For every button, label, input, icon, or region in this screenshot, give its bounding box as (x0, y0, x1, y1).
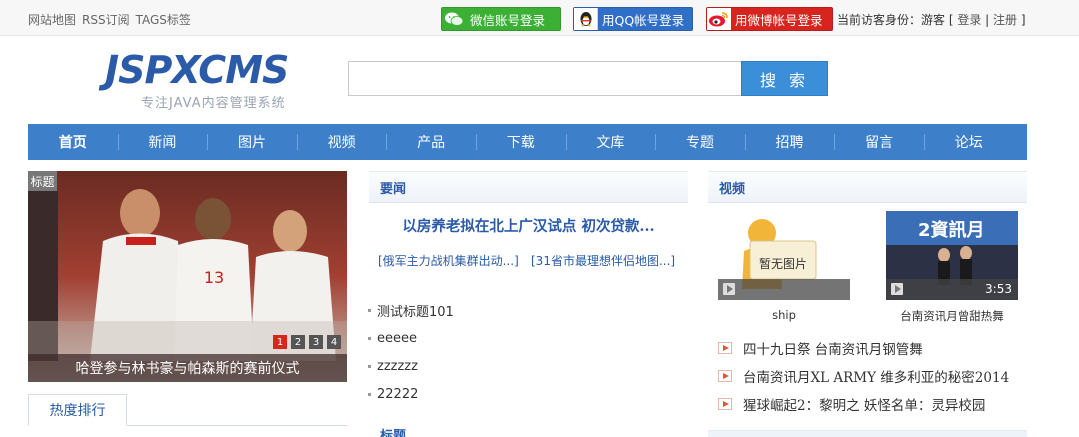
wechat-login-button[interactable]: 微信账号登录 (441, 7, 561, 31)
list-item[interactable]: zzzzzz (368, 352, 687, 380)
weibo-icon (707, 8, 731, 30)
rss-link[interactable]: RSS订阅 (82, 13, 130, 27)
slide-pagination: 1 2 3 4 (273, 335, 341, 349)
list-item-label: 台南资讯月XL ARMY 维多利亚的秘密2014 (743, 370, 1010, 386)
nav-item-pictures[interactable]: 图片 (207, 124, 297, 160)
slide-page-2[interactable]: 2 (291, 335, 305, 349)
register-link[interactable]: 注册 (993, 13, 1017, 27)
visitor-separator: | (985, 13, 990, 27)
nav-item-news[interactable]: 新闻 (117, 124, 208, 160)
list-item-label: 测试标题101 (377, 304, 454, 320)
video-control-bar (718, 279, 850, 300)
video-thumbnail-ship[interactable]: 暂无图片 (718, 211, 850, 300)
slide-page-1[interactable]: 1 (273, 335, 287, 349)
bullet-icon (368, 392, 371, 396)
nav-item-jobs[interactable]: 招聘 (744, 124, 835, 160)
news-sub-link-2[interactable]: [31省市最理想伴侣地图...] (531, 252, 675, 269)
title-section-header: 标题 (380, 429, 407, 437)
main-nav: 首页 新闻 图片 视频 产品 下载 文库 专题 招聘 留言 论坛 (28, 124, 1027, 160)
play-icon[interactable] (891, 283, 903, 295)
list-item[interactable]: 测试标题101 (368, 296, 687, 324)
site-logo[interactable]: JSPXCMS 专注JAVA内容管理系统 (105, 50, 325, 112)
nav-item-forum[interactable]: 论坛 (923, 124, 1014, 160)
nav-item-library[interactable]: 文库 (565, 124, 656, 160)
login-link[interactable]: 登录 (957, 13, 981, 27)
qq-login-label: 用QQ帐号登录 (602, 12, 685, 28)
nav-item-downloads[interactable]: 下载 (475, 124, 566, 160)
visitor-prefix: 当前访客身份：游客 [ (837, 13, 954, 27)
video-caption-dance[interactable]: 台南资讯月曾甜热舞 (880, 308, 1024, 324)
bullet-icon (368, 308, 371, 312)
slide-title-tag: 标题 (28, 171, 57, 191)
video-section-header: 视频 (708, 171, 1027, 203)
video-overlay-text: 2資訊月 (918, 219, 985, 241)
logo-text: JSPXCMS (105, 48, 289, 92)
list-item-label: eeeee (377, 330, 417, 346)
next-section-header (708, 430, 1027, 437)
wechat-icon (442, 8, 466, 30)
image-slideshow[interactable]: 标题 13 1 2 3 4 哈登参与林书豪与帕森斯的赛前仪式 (28, 171, 347, 382)
svg-text:13: 13 (204, 268, 224, 287)
nav-item-video[interactable]: 视频 (296, 124, 387, 160)
logo-slogan: 专注JAVA内容管理系统 (141, 96, 286, 111)
video-duration: 3:53 (985, 282, 1012, 296)
wechat-login-label: 微信账号登录 (470, 12, 546, 28)
nav-item-topics[interactable]: 专题 (655, 124, 745, 160)
tags-link[interactable]: TAGS标签 (136, 13, 191, 27)
no-image-text: 暂无图片 (759, 257, 807, 271)
nav-item-products[interactable]: 产品 (386, 124, 476, 160)
list-item-label: zzzzzz (377, 358, 418, 374)
bullet-icon (368, 364, 371, 368)
news-list: 测试标题101 eeeee zzzzzz 22222 (368, 296, 687, 408)
list-item[interactable]: 四十九日祭 台南资讯月钢管舞 (718, 334, 1009, 362)
video-caption-ship[interactable]: ship (718, 308, 850, 322)
list-item[interactable]: 猩球崛起2：黎明之 妖怪名单：灵异校园 (718, 390, 1009, 418)
hot-ranking-tabs: 热度排行 (28, 394, 347, 426)
list-item[interactable]: 台南资讯月XL ARMY 维多利亚的秘密2014 (718, 362, 1009, 390)
visitor-status: 当前访客身份：游客 [ 登录 | 注册 ] (837, 11, 1026, 28)
news-headline[interactable]: 以房养老拟在北上广汉试点 初次贷款... (369, 215, 688, 236)
video-control-bar: 3:53 (886, 279, 1018, 300)
qq-penguin-icon (574, 8, 598, 30)
news-section-header: 要闻 (369, 171, 688, 203)
weibo-login-button[interactable]: 用微博帐号登录 (706, 7, 833, 31)
bullet-icon (368, 336, 371, 340)
visitor-suffix: ] (1020, 13, 1026, 27)
tab-hot-ranking[interactable]: 热度排行 (28, 394, 127, 426)
play-icon[interactable] (723, 283, 735, 295)
slide-photo: 13 (28, 171, 347, 382)
list-item-label: 四十九日祭 台南资讯月钢管舞 (743, 342, 923, 358)
slide-page-3[interactable]: 3 (309, 335, 323, 349)
play-icon (718, 342, 732, 354)
slide-caption[interactable]: 哈登参与林书豪与帕森斯的赛前仪式 (28, 354, 347, 382)
video-list: 四十九日祭 台南资讯月钢管舞 台南资讯月XL ARMY 维多利亚的秘密2014 … (718, 334, 1009, 418)
sitemap-link[interactable]: 网站地图 (28, 13, 76, 27)
weibo-login-label: 用微博帐号登录 (735, 12, 823, 28)
qq-login-button[interactable]: 用QQ帐号登录 (573, 7, 693, 31)
slide-page-4[interactable]: 4 (327, 335, 341, 349)
play-icon (718, 370, 732, 382)
list-item[interactable]: 22222 (368, 380, 687, 408)
nav-item-home[interactable]: 首页 (28, 124, 118, 160)
news-sub-link-1[interactable]: [俄军主力战机集群出动...] (378, 252, 519, 269)
list-item-label: 22222 (377, 386, 419, 402)
search-button[interactable]: 搜 索 (741, 61, 828, 96)
top-bar: 网站地图 RSS订阅 TAGS标签 微信账号登录 用QQ帐号登录 用微博帐号登录 当… (0, 0, 1079, 36)
list-item-label: 猩球崛起2：黎明之 妖怪名单：灵异校园 (743, 398, 986, 414)
play-icon (718, 398, 732, 410)
nav-item-guestbook[interactable]: 留言 (834, 124, 924, 160)
search-input[interactable] (348, 61, 742, 96)
top-links: 网站地图 RSS订阅 TAGS标签 (28, 11, 197, 28)
list-item[interactable]: eeeee (368, 324, 687, 352)
video-thumbnail-dance[interactable]: 2資訊月 3:53 (886, 211, 1018, 300)
